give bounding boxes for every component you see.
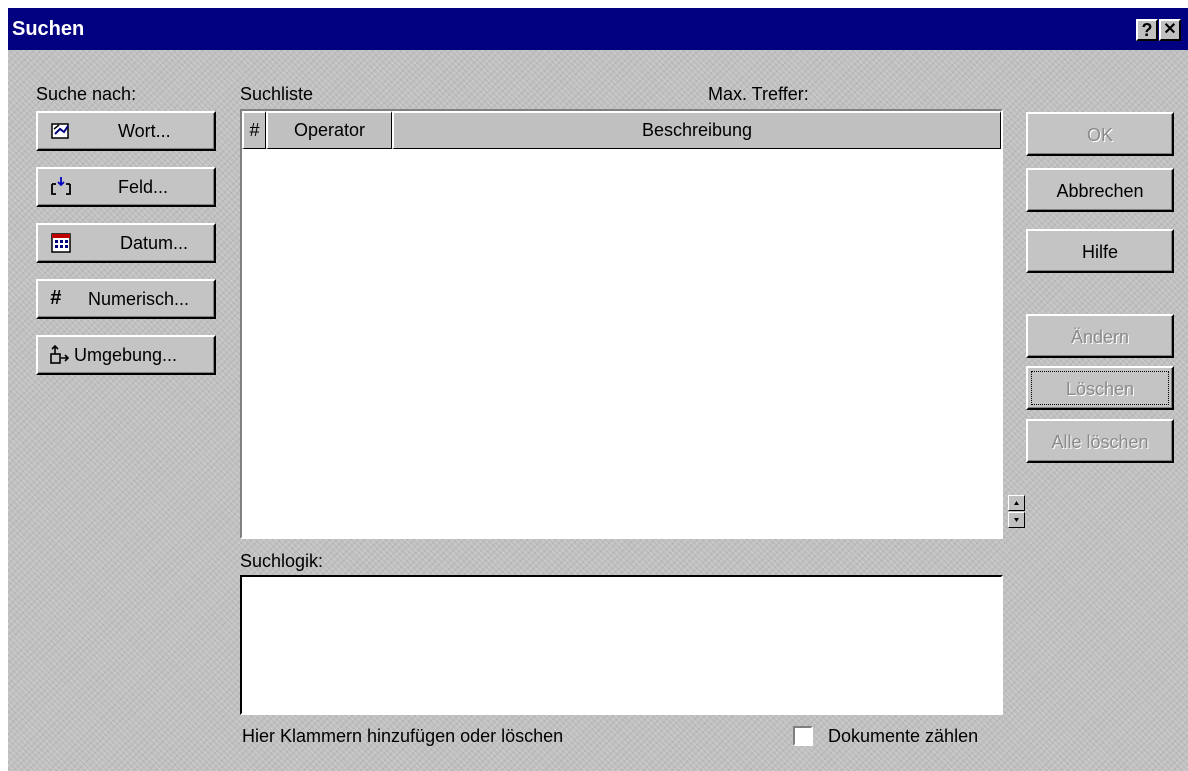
count-documents-label: Dokumente zählen [828, 726, 979, 746]
numeric-button[interactable]: # Numerisch... [36, 279, 216, 319]
field-icon [50, 176, 72, 198]
search-dialog: Suchen ? ✕ Suche nach: Wort... Feld... D… [8, 8, 1188, 771]
date-button-label: Datum... [120, 233, 189, 253]
hash-icon: # [50, 287, 62, 309]
word-button-label: Wort... [118, 121, 171, 141]
numeric-button-label: Numerisch... [88, 289, 190, 309]
delete-button-label: Löschen [1065, 379, 1135, 399]
search-logic-label: Suchlogik: [240, 551, 324, 571]
search-list-label: Suchliste [240, 84, 314, 104]
help-button-label: Hilfe [1081, 242, 1118, 262]
proximity-button-label: Umgebung... [74, 345, 178, 365]
count-documents-checkbox[interactable] [793, 726, 813, 746]
arrow-down-icon [1014, 518, 1019, 522]
column-header-operator[interactable]: Operator [266, 111, 392, 149]
delete-all-button-label: Alle löschen [1051, 432, 1149, 452]
ok-button-label: OK [1086, 125, 1113, 145]
window-title: Suchen [12, 18, 85, 40]
search-list[interactable]: # Operator Beschreibung [240, 109, 1003, 539]
change-button-label: Ändern [1070, 327, 1130, 347]
help-title-button[interactable]: ? [1136, 19, 1158, 41]
move-down-button[interactable] [1008, 512, 1025, 528]
field-button-label: Feld... [118, 177, 169, 197]
change-button[interactable]: Ändern [1026, 314, 1174, 358]
close-icon: ✕ [1163, 21, 1177, 38]
close-title-button[interactable]: ✕ [1159, 19, 1181, 41]
question-icon: ? [1141, 20, 1153, 40]
ok-button[interactable]: OK [1026, 112, 1174, 156]
delete-button[interactable]: Löschen [1026, 366, 1174, 410]
field-button[interactable]: Feld... [36, 167, 216, 207]
word-button[interactable]: Wort... [36, 111, 216, 151]
date-button[interactable]: Datum... [36, 223, 216, 263]
search-for-label: Suche nach: [36, 84, 137, 104]
title-bar: Suchen ? ✕ [8, 8, 1188, 50]
column-header-description[interactable]: Beschreibung [392, 111, 1001, 149]
search-logic-hint: Hier Klammern hinzufügen oder löschen [242, 726, 564, 746]
max-hits-label: Max. Treffer: [708, 84, 809, 104]
proximity-icon [48, 344, 70, 366]
proximity-button[interactable]: Umgebung... [36, 335, 216, 375]
move-up-button[interactable] [1008, 495, 1025, 511]
arrow-up-icon [1014, 501, 1019, 505]
cancel-button[interactable]: Abbrechen [1026, 168, 1174, 212]
help-button[interactable]: Hilfe [1026, 229, 1174, 273]
search-logic-input[interactable] [240, 575, 1003, 715]
delete-all-button[interactable]: Alle löschen [1026, 419, 1174, 463]
cancel-button-label: Abbrechen [1056, 181, 1144, 201]
word-search-icon [50, 120, 72, 142]
calendar-icon [50, 232, 72, 254]
column-header-number[interactable]: # [242, 111, 266, 149]
